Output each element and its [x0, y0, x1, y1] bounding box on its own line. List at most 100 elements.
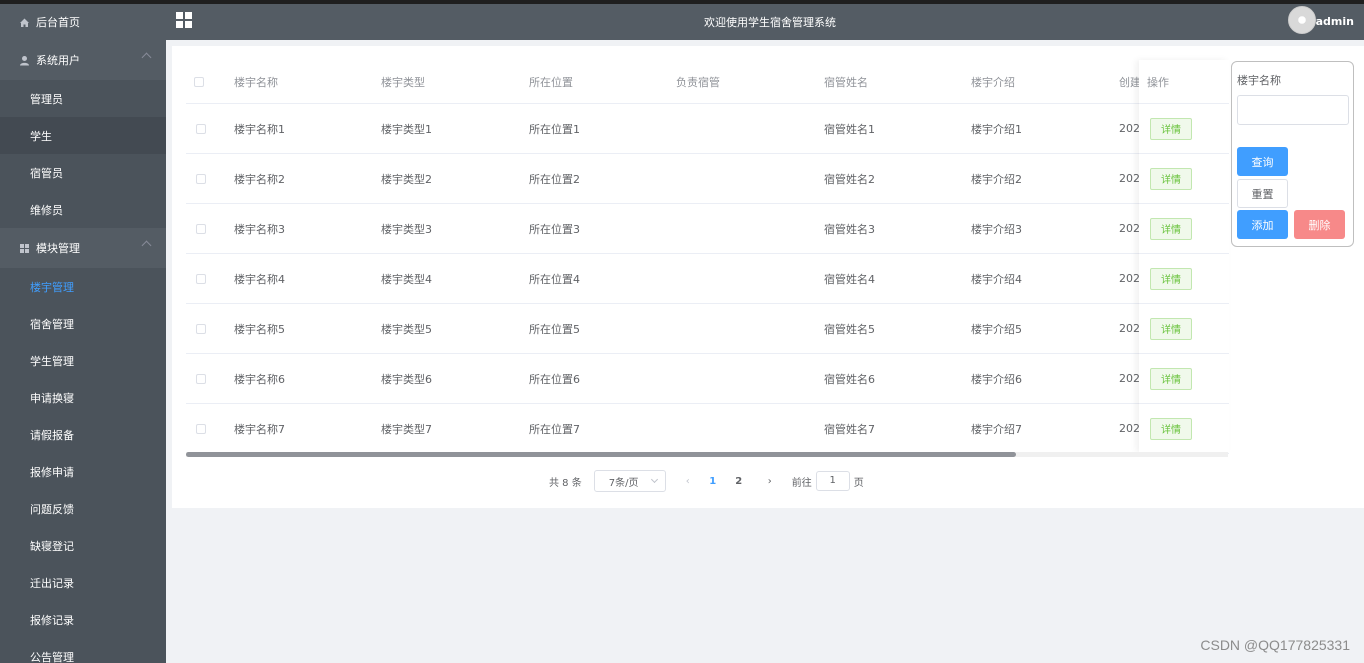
scrollbar-thumb[interactable]: [186, 452, 1016, 457]
cell-manager: [676, 154, 816, 203]
cell-location: 所在位置2: [529, 172, 580, 186]
cell-location: 所在位置5: [529, 322, 580, 336]
table-row[interactable]: 楼宇名称3 楼宇类型3 所在位置3 宿管姓名3 楼宇介绍3 2023: [186, 204, 1228, 254]
cell-type: 楼宇类型6: [381, 372, 432, 386]
search-label: 楼宇名称: [1237, 74, 1281, 87]
detail-button[interactable]: 详情: [1150, 167, 1192, 190]
detail-button[interactable]: 详情: [1150, 317, 1192, 340]
row-checkbox[interactable]: [196, 223, 206, 234]
row-checkbox[interactable]: [196, 123, 206, 134]
detail-button[interactable]: 详情: [1150, 417, 1192, 440]
col-header-name[interactable]: 楼宇名称: [234, 60, 374, 103]
horizontal-scrollbar[interactable]: [186, 452, 1228, 457]
next-page-button[interactable]: ›: [758, 476, 782, 487]
sidebar-item-student[interactable]: 学生: [0, 117, 166, 154]
row-select-cell[interactable]: [196, 404, 206, 453]
row-checkbox[interactable]: [196, 273, 206, 284]
prev-page-button[interactable]: ‹: [676, 476, 700, 487]
table-row[interactable]: 楼宇名称4 楼宇类型4 所在位置4 宿管姓名4 楼宇介绍4 2023: [186, 254, 1228, 304]
sidebar-item-leave[interactable]: 请假报备: [0, 416, 166, 453]
select-all-cell[interactable]: [194, 60, 204, 103]
sidebar-item-repair-record[interactable]: 报修记录: [0, 601, 166, 638]
row-select-cell[interactable]: [196, 204, 206, 253]
row-select-cell[interactable]: [196, 254, 206, 303]
cell-intro: 楼宇介绍7: [971, 422, 1022, 436]
sidebar-item-moveout[interactable]: 迁出记录: [0, 564, 166, 601]
page-1-button[interactable]: 1: [700, 476, 726, 487]
query-button[interactable]: 查询: [1237, 147, 1288, 176]
cell-intro: 楼宇介绍1: [971, 122, 1022, 136]
operation-cell: 详情: [1139, 254, 1229, 304]
col-header-manager[interactable]: 负责宿管: [676, 60, 816, 103]
col-header-type[interactable]: 楼宇类型: [381, 60, 521, 103]
col-header-operation: 操作: [1139, 60, 1229, 104]
cell-location: 所在位置4: [529, 272, 580, 286]
row-select-cell[interactable]: [196, 304, 206, 353]
cell-type: 楼宇类型4: [381, 272, 432, 286]
operation-cell: 详情: [1139, 354, 1229, 404]
cell-manager-name: 宿管姓名6: [824, 372, 875, 386]
detail-button[interactable]: 详情: [1150, 267, 1192, 290]
detail-button[interactable]: 详情: [1150, 367, 1192, 390]
page-2-button[interactable]: 2: [726, 476, 752, 487]
add-button[interactable]: 添加: [1237, 210, 1288, 239]
sidebar-item-student-mgmt[interactable]: 学生管理: [0, 342, 166, 379]
cell-intro: 楼宇介绍4: [971, 272, 1022, 286]
row-checkbox[interactable]: [196, 323, 206, 334]
watermark: CSDN @QQ177825331: [1200, 637, 1350, 653]
sidebar: 后台首页 系统用户 管理员 学生 宿管员 维修员 模块管理 楼宇管理 宿舍管理 …: [0, 4, 166, 663]
detail-button[interactable]: 详情: [1150, 117, 1192, 140]
table-row[interactable]: 楼宇名称7 楼宇类型7 所在位置7 宿管姓名7 楼宇介绍7 2023: [186, 404, 1228, 454]
sidebar-item-admin[interactable]: 管理员: [0, 80, 166, 117]
sidebar-group-users[interactable]: 系统用户: [0, 40, 166, 80]
row-select-cell[interactable]: [196, 154, 206, 203]
row-checkbox[interactable]: [196, 423, 206, 434]
row-checkbox[interactable]: [196, 173, 206, 184]
row-select-cell[interactable]: [196, 354, 206, 403]
pagination: 共 8 条 7条/页 ‹ 1 2 › 前往 1 页: [549, 470, 864, 492]
cell-manager-name: 宿管姓名3: [824, 222, 875, 236]
cell-name: 楼宇名称6: [234, 372, 285, 386]
select-all-checkbox[interactable]: [194, 76, 204, 87]
sidebar-item-feedback[interactable]: 问题反馈: [0, 490, 166, 527]
goto-page-input[interactable]: 1: [815, 471, 850, 491]
cell-intro: 楼宇介绍2: [971, 172, 1022, 186]
cell-type: 楼宇类型2: [381, 172, 432, 186]
sidebar-item-repairer[interactable]: 维修员: [0, 191, 166, 228]
col-header-manager-name[interactable]: 宿管姓名: [824, 60, 964, 103]
table-row[interactable]: 楼宇名称1 楼宇类型1 所在位置1 宿管姓名1 楼宇介绍1 2023: [186, 104, 1228, 154]
table-row[interactable]: 楼宇名称6 楼宇类型6 所在位置6 宿管姓名6 楼宇介绍6 2023: [186, 354, 1228, 404]
sidebar-item-label: 宿管员: [30, 166, 63, 180]
table-row[interactable]: 楼宇名称2 楼宇类型2 所在位置2 宿管姓名2 楼宇介绍2 2023: [186, 154, 1228, 204]
sidebar-item-label: 公告管理: [30, 650, 74, 663]
sidebar-item-repair-request[interactable]: 报修申请: [0, 453, 166, 490]
sidebar-item-notice[interactable]: 公告管理: [0, 638, 166, 663]
table-row[interactable]: 楼宇名称5 楼宇类型5 所在位置5 宿管姓名5 楼宇介绍5 2023: [186, 304, 1228, 354]
cell-location: 所在位置7: [529, 422, 580, 436]
main-panel: 楼宇名称 楼宇类型 所在位置 负责宿管 宿管姓名 楼宇介绍 创建 楼宇名称1 楼宇…: [172, 46, 1364, 508]
table-header-row: 楼宇名称 楼宇类型 所在位置 负责宿管 宿管姓名 楼宇介绍 创建: [186, 60, 1228, 104]
sidebar-item-dorm-manager[interactable]: 宿管员: [0, 154, 166, 191]
delete-button[interactable]: 删除: [1294, 210, 1345, 239]
row-checkbox[interactable]: [196, 373, 206, 384]
col-header-intro[interactable]: 楼宇介绍: [971, 60, 1111, 103]
username[interactable]: admin: [1316, 15, 1354, 28]
sidebar-item-dorm[interactable]: 宿舍管理: [0, 305, 166, 342]
sidebar-group-modules[interactable]: 模块管理: [0, 228, 166, 268]
cell-type: 楼宇类型7: [381, 422, 432, 436]
sidebar-item-home[interactable]: 后台首页: [0, 4, 166, 40]
cell-name: 楼宇名称2: [234, 172, 285, 186]
col-header-location[interactable]: 所在位置: [529, 60, 669, 103]
page-size-select[interactable]: 7条/页: [593, 470, 666, 492]
building-name-input[interactable]: [1237, 95, 1349, 125]
reset-button[interactable]: 重置: [1237, 179, 1288, 208]
sidebar-item-label: 迁出记录: [30, 576, 74, 590]
sidebar-item-label: 申请换寝: [30, 391, 74, 405]
sidebar-item-absence[interactable]: 缺寝登记: [0, 527, 166, 564]
row-select-cell[interactable]: [196, 104, 206, 153]
sidebar-item-label: 报修申请: [30, 465, 74, 479]
sidebar-item-room-change[interactable]: 申请换寝: [0, 379, 166, 416]
detail-button[interactable]: 详情: [1150, 217, 1192, 240]
sidebar-item-building[interactable]: 楼宇管理: [0, 268, 166, 305]
avatar[interactable]: [1288, 6, 1316, 34]
